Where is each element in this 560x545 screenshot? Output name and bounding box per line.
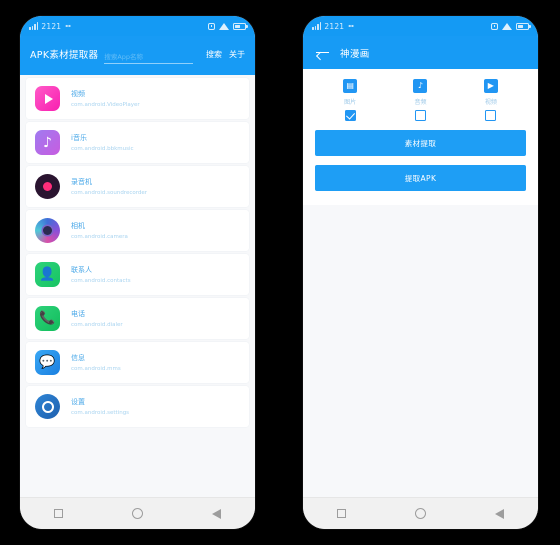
app-name: 录音机 xyxy=(71,178,92,186)
wifi-icon xyxy=(502,22,512,30)
status-bar-left: 2121 ▪▪ xyxy=(20,16,255,36)
signal-bars-icon xyxy=(312,22,322,30)
wifi-icon xyxy=(219,22,229,30)
search-button[interactable]: 搜索 xyxy=(206,49,222,60)
status-bar-right-group xyxy=(491,22,531,30)
app-meta: 录音机 com.android.soundrecorder xyxy=(71,177,147,196)
app-package: com.android.camera xyxy=(71,234,128,240)
app-name: i音乐 xyxy=(71,134,87,142)
app-name: 信息 xyxy=(71,354,85,362)
option-audio[interactable]: ♪ 音频 xyxy=(385,79,455,121)
option-label: 音频 xyxy=(414,99,427,106)
status-bar-left-group: 2121 ▪▪ xyxy=(29,22,71,31)
status-sub-icon: ▪▪ xyxy=(348,23,354,28)
camera-icon xyxy=(35,218,60,243)
search-field-wrapper xyxy=(104,44,193,64)
option-group: ▤ 图片 ♪ 音频 ▶ 视频 xyxy=(315,79,526,121)
app-list: 视频 com.android.VideoPlayer ♪ i音乐 com.and… xyxy=(20,75,255,427)
settings-icon xyxy=(35,394,60,419)
app-meta: 联系人 com.android.contacts xyxy=(71,265,131,284)
extract-apk-button[interactable]: 提取APK xyxy=(315,165,526,191)
sound-recorder-icon xyxy=(35,174,60,199)
status-sub-icon: ▪▪ xyxy=(65,23,71,28)
phone-right: 2121 ▪▪ 神漫画 ▤ 图片 ♪ 音频 ▶ 视频 素材提取 提取APK xyxy=(303,16,538,529)
app-bar-detail: 神漫画 xyxy=(303,36,538,69)
square-recents-icon[interactable] xyxy=(54,509,64,518)
phone-left: 2121 ▪▪ APK素材提取器 搜索 关于 xyxy=(20,16,255,529)
page-title: APK素材提取器 xyxy=(30,50,99,61)
app-name: 视频 xyxy=(71,90,85,98)
app-package: com.android.dialer xyxy=(71,322,123,328)
list-item[interactable]: 视频 com.android.VideoPlayer xyxy=(26,78,249,119)
music-icon: ♪ xyxy=(35,130,60,155)
option-label: 视频 xyxy=(484,99,497,106)
app-package: com.android.VideoPlayer xyxy=(71,102,140,108)
app-name: 联系人 xyxy=(71,266,92,274)
list-item[interactable]: 📞 电话 com.android.dialer xyxy=(26,298,249,339)
app-package: com.android.mms xyxy=(71,366,121,372)
list-item[interactable]: ♪ i音乐 com.android.bbkmusic xyxy=(26,122,249,163)
phone-icon: 📞 xyxy=(35,306,60,331)
extract-assets-button[interactable]: 素材提取 xyxy=(315,130,526,156)
circle-home-icon[interactable] xyxy=(131,508,143,519)
app-bar: APK素材提取器 搜索 关于 xyxy=(20,36,255,75)
audio-icon: ♪ xyxy=(413,79,428,93)
app-package: com.android.bbkmusic xyxy=(71,146,134,152)
app-meta: 相机 com.android.camera xyxy=(71,221,128,240)
video-icon: ▶ xyxy=(483,79,498,93)
alarm-icon xyxy=(208,22,215,30)
status-bar-right-group xyxy=(208,22,248,30)
signal-bars-icon xyxy=(29,22,39,30)
image-icon: ▤ xyxy=(343,79,358,93)
alarm-icon xyxy=(491,22,498,30)
app-meta: i音乐 com.android.bbkmusic xyxy=(71,133,134,152)
app-name: 电话 xyxy=(71,310,85,318)
video-checkbox[interactable] xyxy=(485,110,497,121)
app-meta: 视频 com.android.VideoPlayer xyxy=(71,89,140,108)
list-item[interactable]: 💬 信息 com.android.mms xyxy=(26,342,249,383)
list-item[interactable]: 录音机 com.android.soundrecorder xyxy=(26,166,249,207)
app-package: com.android.contacts xyxy=(71,278,131,284)
triangle-back-icon[interactable] xyxy=(211,508,221,519)
video-player-icon xyxy=(35,86,60,111)
option-label: 图片 xyxy=(344,99,357,106)
extract-panel: ▤ 图片 ♪ 音频 ▶ 视频 素材提取 提取APK xyxy=(303,69,538,205)
left-screen: 2121 ▪▪ APK素材提取器 搜索 关于 xyxy=(20,16,255,529)
audio-checkbox[interactable] xyxy=(414,110,426,121)
app-list-content: 视频 com.android.VideoPlayer ♪ i音乐 com.and… xyxy=(20,75,255,497)
app-package: com.android.soundrecorder xyxy=(71,190,148,196)
about-button[interactable]: 关于 xyxy=(229,49,245,60)
battery-icon xyxy=(233,22,248,30)
app-name: 相机 xyxy=(71,222,85,230)
list-item[interactable]: 👤 联系人 com.android.contacts xyxy=(26,254,249,295)
back-arrow-icon[interactable] xyxy=(316,48,329,58)
circle-home-icon[interactable] xyxy=(414,508,426,519)
app-meta: 电话 com.android.dialer xyxy=(71,309,123,328)
navigation-bar-left xyxy=(20,497,255,529)
app-meta: 信息 com.android.mms xyxy=(71,353,121,372)
status-bar-left-group: 2121 ▪▪ xyxy=(312,22,354,31)
right-screen: 2121 ▪▪ 神漫画 ▤ 图片 ♪ 音频 ▶ 视频 素材提取 提取APK xyxy=(303,16,538,529)
page-title: 神漫画 xyxy=(340,48,370,60)
app-name: 设置 xyxy=(71,398,85,406)
status-time: 2121 xyxy=(324,21,345,31)
dual-phone-stage: 2121 ▪▪ APK素材提取器 搜索 关于 xyxy=(0,0,560,545)
square-recents-icon[interactable] xyxy=(337,509,347,518)
image-checkbox[interactable] xyxy=(344,110,356,121)
message-icon: 💬 xyxy=(35,350,60,375)
battery-icon xyxy=(516,22,531,30)
option-video[interactable]: ▶ 视频 xyxy=(456,79,526,121)
status-time: 2121 xyxy=(41,21,62,31)
extract-content: ▤ 图片 ♪ 音频 ▶ 视频 素材提取 提取APK xyxy=(303,69,538,497)
app-package: com.android.settings xyxy=(71,410,130,416)
list-item[interactable]: 相机 com.android.camera xyxy=(26,210,249,251)
search-input[interactable] xyxy=(104,53,193,64)
contacts-icon: 👤 xyxy=(35,262,60,287)
option-image[interactable]: ▤ 图片 xyxy=(315,79,385,121)
triangle-back-icon[interactable] xyxy=(494,508,504,519)
list-item[interactable]: 设置 com.android.settings xyxy=(26,386,249,427)
navigation-bar-right xyxy=(303,497,538,529)
app-meta: 设置 com.android.settings xyxy=(71,397,129,416)
status-bar-right: 2121 ▪▪ xyxy=(303,16,538,36)
